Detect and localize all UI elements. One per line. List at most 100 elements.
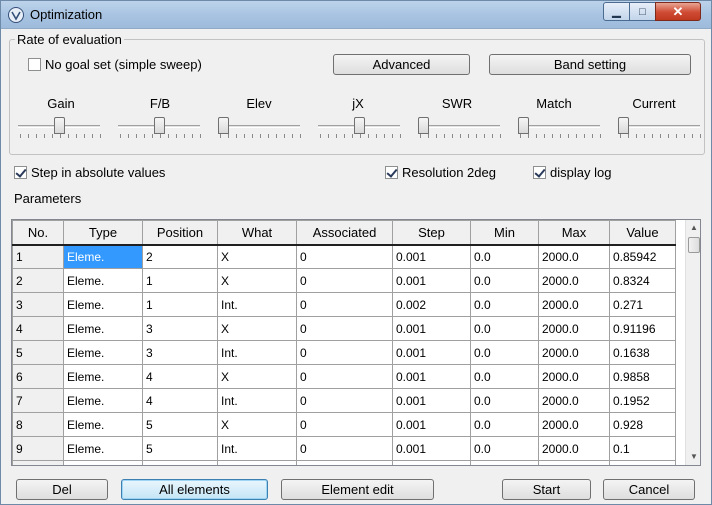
cell-no[interactable]: 8 bbox=[12, 412, 64, 437]
cell-max[interactable]: 2000.0 bbox=[538, 412, 610, 437]
cell-step[interactable]: 0.001 bbox=[392, 388, 471, 413]
scroll-down-icon[interactable]: ▼ bbox=[686, 449, 700, 465]
cell-no[interactable]: 4 bbox=[12, 316, 64, 341]
table-row[interactable]: 8 Eleme. 5 X 0 0.001 0.0 2000.0 0.928 bbox=[12, 412, 676, 437]
cell-what[interactable]: Int. bbox=[217, 340, 297, 365]
table-row[interactable]: 9 Eleme. 5 Int. 0 0.001 0.0 2000.0 0.1 bbox=[12, 436, 676, 461]
column-header-position[interactable]: Position bbox=[142, 220, 218, 246]
cell-position[interactable]: 4 bbox=[142, 364, 218, 389]
cell-position[interactable]: 5 bbox=[142, 412, 218, 437]
resolution-checkbox[interactable]: Resolution 2deg bbox=[385, 165, 496, 180]
cell-associated[interactable]: 0 bbox=[296, 292, 393, 317]
cell-what[interactable]: X bbox=[217, 268, 297, 293]
slider-swr-thumb[interactable] bbox=[418, 117, 429, 134]
cell-max[interactable]: 2000.0 bbox=[538, 292, 610, 317]
cell-type[interactable]: Eleme. bbox=[63, 412, 143, 437]
cell-value[interactable]: 0.91196 bbox=[609, 316, 676, 341]
display-log-checkbox[interactable]: display log bbox=[533, 165, 611, 180]
cell-no[interactable]: 9 bbox=[12, 436, 64, 461]
cell-what[interactable]: X bbox=[217, 412, 297, 437]
cell-no[interactable]: 6 bbox=[12, 364, 64, 389]
cell-step[interactable]: 0.001 bbox=[392, 412, 471, 437]
cell-what[interactable]: Int. bbox=[217, 388, 297, 413]
all-elements-button[interactable]: All elements bbox=[121, 479, 268, 500]
cell-min[interactable]: 0.0 bbox=[470, 268, 539, 293]
step-absolute-checkbox-box[interactable] bbox=[14, 166, 27, 179]
column-header-step[interactable]: Step bbox=[392, 220, 471, 246]
cell-no[interactable]: 2 bbox=[12, 268, 64, 293]
table-row[interactable]: 1 Eleme. 2 X 0 0.001 0.0 2000.0 0.85942 bbox=[12, 244, 676, 269]
cell-position[interactable]: 5 bbox=[142, 436, 218, 461]
start-button[interactable]: Start bbox=[502, 479, 591, 500]
column-header-type[interactable]: Type bbox=[63, 220, 143, 246]
slider-swr-track[interactable] bbox=[418, 125, 500, 128]
slider-jx-thumb[interactable] bbox=[354, 117, 365, 134]
element-edit-button[interactable]: Element edit bbox=[281, 479, 434, 500]
table-row[interactable]: 5 Eleme. 3 Int. 0 0.001 0.0 2000.0 0.1638 bbox=[12, 340, 676, 365]
slider-match-track[interactable] bbox=[518, 125, 600, 128]
table-row[interactable]: 2 Eleme. 1 X 0 0.001 0.0 2000.0 0.8324 bbox=[12, 268, 676, 293]
title-bar[interactable]: Optimization ▁ □ ✕ bbox=[1, 1, 711, 29]
cell-what[interactable]: X bbox=[217, 364, 297, 389]
cell-position[interactable]: 4 bbox=[142, 388, 218, 413]
advanced-button[interactable]: Advanced bbox=[333, 54, 470, 75]
cell-value[interactable]: 0.8324 bbox=[609, 268, 676, 293]
cell-position[interactable]: 1 bbox=[142, 268, 218, 293]
cell-position[interactable]: 2 bbox=[142, 244, 218, 269]
cell-associated[interactable]: 0 bbox=[296, 364, 393, 389]
cell-step[interactable]: 0.001 bbox=[392, 340, 471, 365]
column-header-min[interactable]: Min bbox=[470, 220, 539, 246]
table-row[interactable]: 4 Eleme. 3 X 0 0.001 0.0 2000.0 0.91196 bbox=[12, 316, 676, 341]
cell-type[interactable]: Eleme. bbox=[63, 268, 143, 293]
cell-associated[interactable]: 0 bbox=[296, 340, 393, 365]
column-header-associated[interactable]: Associated bbox=[296, 220, 393, 246]
app-icon[interactable] bbox=[8, 7, 24, 23]
cell-position[interactable]: 3 bbox=[142, 340, 218, 365]
cell-position[interactable]: 1 bbox=[142, 292, 218, 317]
cell-associated[interactable]: 0 bbox=[296, 316, 393, 341]
cell-position[interactable]: 3 bbox=[142, 316, 218, 341]
cell-max[interactable]: 2000.0 bbox=[538, 316, 610, 341]
cell-step[interactable]: 0.001 bbox=[392, 316, 471, 341]
slider-match-thumb[interactable] bbox=[518, 117, 529, 134]
cell-step[interactable]: 0.002 bbox=[392, 292, 471, 317]
cell-step[interactable]: 0.001 bbox=[392, 244, 471, 269]
close-button[interactable]: ✕ bbox=[655, 2, 701, 21]
cell-no[interactable]: 7 bbox=[12, 388, 64, 413]
cell-max[interactable]: 2000.0 bbox=[538, 244, 610, 269]
cell-value[interactable]: 0.928 bbox=[609, 412, 676, 437]
step-absolute-checkbox[interactable]: Step in absolute values bbox=[14, 165, 165, 180]
cell-max[interactable]: 2000.0 bbox=[538, 436, 610, 461]
cell-type[interactable]: Eleme. bbox=[63, 436, 143, 461]
slider-current-thumb[interactable] bbox=[618, 117, 629, 134]
cell-associated[interactable]: 0 bbox=[296, 388, 393, 413]
cell-min[interactable]: 0.0 bbox=[470, 340, 539, 365]
cell-step[interactable]: 0.001 bbox=[392, 268, 471, 293]
cell-min[interactable]: 0.0 bbox=[470, 316, 539, 341]
cell-type[interactable]: Eleme. bbox=[63, 364, 143, 389]
slider-fb-thumb[interactable] bbox=[154, 117, 165, 134]
cell-no[interactable]: 5 bbox=[12, 340, 64, 365]
cell-type[interactable]: Eleme. bbox=[63, 244, 143, 269]
cell-associated[interactable]: 0 bbox=[296, 412, 393, 437]
minimize-button[interactable]: ▁ bbox=[603, 2, 630, 21]
cell-min[interactable]: 0.0 bbox=[470, 388, 539, 413]
cell-associated[interactable]: 0 bbox=[296, 436, 393, 461]
slider-elev-thumb[interactable] bbox=[218, 117, 229, 134]
cell-type[interactable]: Eleme. bbox=[63, 340, 143, 365]
maximize-button[interactable]: □ bbox=[629, 2, 656, 21]
cell-associated[interactable]: 0 bbox=[296, 244, 393, 269]
display-log-checkbox-box[interactable] bbox=[533, 166, 546, 179]
table-row[interactable]: 3 Eleme. 1 Int. 0 0.002 0.0 2000.0 0.271 bbox=[12, 292, 676, 317]
cell-min[interactable]: 0.0 bbox=[470, 292, 539, 317]
cell-min[interactable]: 0.0 bbox=[470, 436, 539, 461]
column-header-max[interactable]: Max bbox=[538, 220, 610, 246]
cell-type[interactable]: Eleme. bbox=[63, 388, 143, 413]
slider-current-track[interactable] bbox=[618, 125, 700, 128]
cell-step[interactable]: 0.001 bbox=[392, 364, 471, 389]
band-setting-button[interactable]: Band setting bbox=[489, 54, 691, 75]
slider-elev-track[interactable] bbox=[218, 125, 300, 128]
cell-what[interactable]: X bbox=[217, 244, 297, 269]
cell-what[interactable]: Int. bbox=[217, 436, 297, 461]
cell-type[interactable]: Eleme. bbox=[63, 316, 143, 341]
